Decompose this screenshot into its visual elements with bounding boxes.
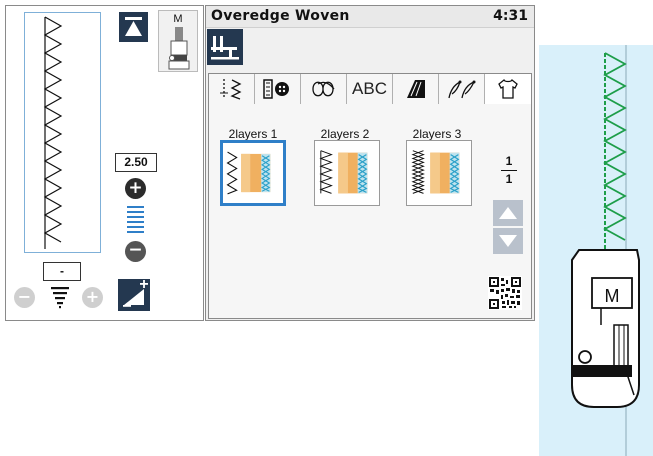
- title-bar: Overedge Woven 4:31: [206, 6, 534, 28]
- tab-garment[interactable]: [485, 74, 531, 104]
- pattern-label: 2layers 3: [412, 127, 462, 141]
- page-current: 1: [505, 154, 513, 168]
- arrow-down-icon: [499, 235, 517, 247]
- presser-foot-icon: [168, 27, 190, 70]
- stitch-selection-screen: Overedge Woven 4:31 ABC 2layers 1 2layer…: [205, 5, 535, 321]
- pattern-tile-2layers-3[interactable]: [406, 140, 472, 206]
- tab-buttonhole[interactable]: [255, 74, 301, 104]
- tab-satin[interactable]: [393, 74, 439, 104]
- reverse-arrow-icon: [125, 17, 142, 36]
- stitch-length-icon: [51, 287, 69, 309]
- stitch-width-icon: [127, 206, 144, 233]
- tab-utility[interactable]: [209, 74, 255, 104]
- shirt-icon: [498, 78, 518, 99]
- presser-foot-illustration: M: [539, 45, 653, 456]
- tab-heirloom[interactable]: [439, 74, 485, 104]
- foot-letter-label: M: [605, 286, 620, 306]
- decorative-stitch-icon: [311, 81, 335, 97]
- arrow-up-icon: [499, 207, 517, 219]
- pattern-tile-2layers-2[interactable]: [314, 140, 380, 206]
- pattern-list: 2layers 1 2layers 2 2layers 3 1 1: [208, 104, 532, 319]
- tab-decorative[interactable]: [301, 74, 347, 104]
- stitch-width-value: 2.50: [115, 153, 157, 172]
- width-increase-button[interactable]: +: [125, 178, 146, 199]
- stitch-preview: [24, 12, 101, 253]
- overedge-2layers-1-icon: [226, 151, 271, 195]
- reverse-stitch-button[interactable]: [119, 12, 148, 42]
- tab-alphabet[interactable]: ABC: [347, 74, 393, 104]
- heirloom-stitch-icon: [447, 80, 475, 99]
- length-decrease-button[interactable]: −: [14, 287, 35, 308]
- overedge-2layers-3-icon: [411, 150, 460, 194]
- pattern-label: 2layers 2: [320, 127, 370, 141]
- page-title: Overedge Woven: [211, 8, 350, 24]
- utility-stitch-icon: [219, 79, 241, 100]
- stitch-length-value: -: [43, 262, 81, 281]
- tension-icon: [123, 280, 148, 307]
- overedge-2layers-2-icon: [319, 150, 368, 194]
- tab-alphabet-label: ABC: [352, 79, 387, 98]
- presser-foot-indicator: M: [158, 10, 198, 72]
- clock: 4:31: [493, 8, 528, 24]
- sewing-machine-icon: [211, 36, 239, 60]
- page-down-button[interactable]: [493, 228, 523, 254]
- pattern-tile-2layers-1[interactable]: [220, 140, 286, 206]
- zigzag-stitch-preview: [43, 16, 63, 249]
- presser-foot-letter: M: [173, 13, 183, 25]
- sewing-mode-button[interactable]: [207, 29, 243, 65]
- pattern-label: 2layers 1: [228, 127, 278, 141]
- page-fraction-line: [501, 170, 517, 171]
- width-decrease-button[interactable]: −: [125, 241, 146, 262]
- qr-code-icon[interactable]: [488, 276, 522, 310]
- tension-adjust-button[interactable]: [118, 279, 150, 311]
- buttonhole-icon: [262, 79, 289, 99]
- stitch-settings-panel: M 2.50 + − - − +: [5, 5, 204, 321]
- stitch-category-tabs: ABC: [208, 73, 532, 105]
- page-total: 1: [505, 172, 513, 186]
- length-increase-button[interactable]: +: [82, 287, 103, 308]
- page-up-button[interactable]: [493, 200, 523, 226]
- satin-stitch-icon: [406, 80, 425, 98]
